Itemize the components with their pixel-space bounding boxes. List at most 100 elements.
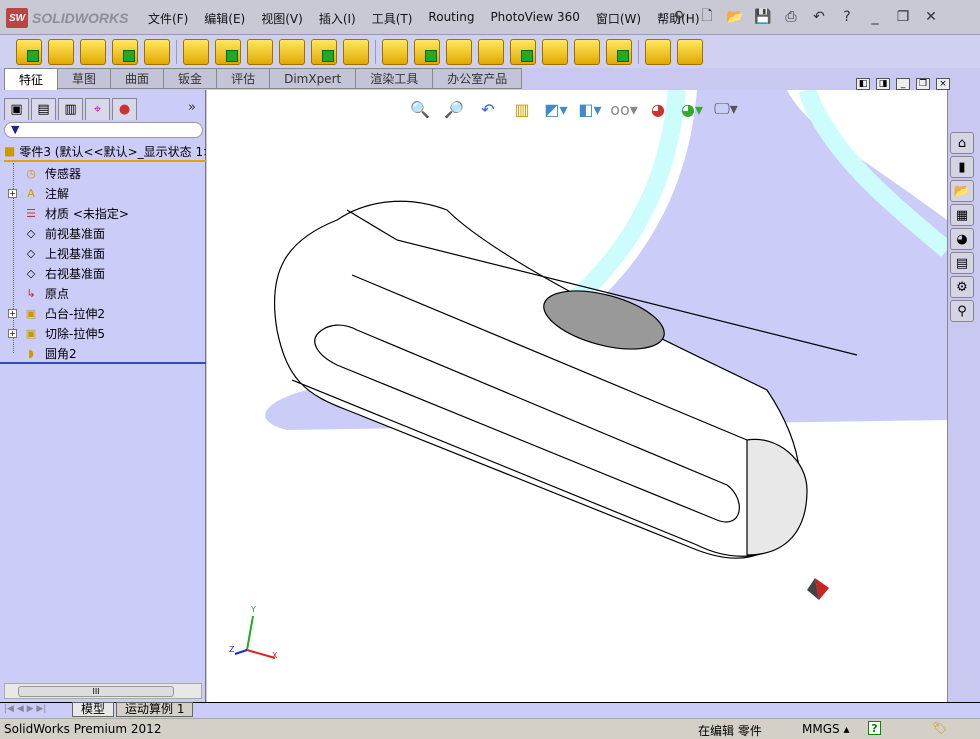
menu-0[interactable]: 文件(F) [140, 10, 196, 27]
hole-wizard-icon[interactable] [215, 38, 241, 65]
tree-item[interactable]: ◷ 传感器 [0, 163, 200, 183]
property-manager-tab[interactable]: ▤ [31, 98, 56, 120]
menu-3[interactable]: 插入(I) [311, 10, 364, 27]
hide-show-items-icon[interactable]: oo▾ [610, 97, 638, 121]
tree-item[interactable]: ◇ 上视基准面 [0, 243, 200, 263]
lofted-cut-icon[interactable] [311, 38, 337, 65]
dimxpert-manager-tab[interactable]: ⌖ [85, 98, 110, 120]
tree-item[interactable]: ☰ 材质 <未指定> [0, 203, 200, 223]
menu-5[interactable]: Routing [420, 10, 482, 27]
close-icon[interactable]: ✕ [920, 6, 942, 28]
solidworks-logo[interactable]: SW SOLIDWORKS [6, 8, 128, 28]
tab-3[interactable]: 钣金 [163, 68, 218, 89]
apply-scene-icon[interactable]: ◕▾ [680, 97, 704, 121]
tab-2[interactable]: 曲面 [110, 68, 165, 89]
tab-6[interactable]: 渲染工具 [355, 68, 434, 89]
tree-item[interactable]: ◗ 圆角2 [0, 343, 200, 363]
new-document-icon[interactable]: 🗋 [696, 6, 718, 28]
quick-tips-help-icon[interactable]: ? [868, 721, 881, 735]
tab-7[interactable]: 办公室产品 [432, 68, 523, 89]
forum-icon[interactable]: ⚲ [950, 300, 974, 322]
tree-item[interactable]: ↳ 原点 [0, 283, 200, 303]
intersect-icon[interactable] [574, 38, 600, 65]
draft-icon[interactable] [478, 38, 504, 65]
menu-2[interactable]: 视图(V) [253, 10, 311, 27]
configuration-manager-tab[interactable]: ▥ [58, 98, 83, 120]
swept-cut-icon[interactable] [279, 38, 305, 65]
shell-icon[interactable] [510, 38, 536, 65]
tree-item[interactable]: + ▣ 切除-拉伸5 [0, 323, 200, 343]
expand-panel-button[interactable]: » [188, 100, 196, 115]
menu-1[interactable]: 编辑(E) [196, 10, 253, 27]
tab-4[interactable]: 评估 [216, 68, 271, 89]
fillet-icon[interactable] [382, 38, 408, 65]
reference-geometry-icon[interactable] [606, 38, 632, 65]
view-palette-icon[interactable]: ▦ [950, 204, 974, 226]
tree-item[interactable]: + ▣ 凸台-拉伸2 [0, 303, 200, 323]
view-settings-icon[interactable]: 🖵▾ [714, 97, 738, 121]
toolbox-icon[interactable]: ⚙ [950, 276, 974, 298]
help-icon[interactable]: ? [836, 6, 858, 28]
solidworks-resources-icon[interactable]: ⌂ [950, 132, 974, 154]
tree-root-part[interactable]: ■ 零件3 (默认<<默认>_显示状态 1>) [4, 142, 206, 162]
tab-1[interactable]: 草图 [57, 68, 112, 89]
tile-left-icon[interactable]: ◧ [856, 78, 870, 90]
instant3d-icon[interactable] [677, 38, 703, 65]
tag-icon[interactable]: 🏷 [932, 721, 947, 735]
design-library-icon[interactable]: ▮ [950, 156, 974, 178]
minimize-doc-icon[interactable]: _ [896, 78, 910, 90]
rib-icon[interactable] [446, 38, 472, 65]
graphics-area[interactable]: X Y Z [207, 90, 947, 702]
display-style-icon[interactable]: ◧▾ [578, 97, 602, 121]
view-orientation-icon[interactable]: ◩▾ [544, 97, 568, 121]
boundary-cut-icon[interactable] [343, 38, 369, 65]
zoom-to-fit-icon[interactable]: 🔍 [408, 97, 432, 121]
units-selector[interactable]: MMGS ▴ [802, 722, 849, 736]
tab-motion-study[interactable]: 运动算例 1 [116, 702, 194, 717]
menu-6[interactable]: PhotoView 360 [482, 10, 587, 27]
save-icon[interactable]: 💾 [752, 6, 774, 28]
boundary-boss-icon[interactable] [144, 38, 170, 65]
custom-properties-icon[interactable]: ▤ [950, 252, 974, 274]
extruded-boss-icon[interactable] [16, 38, 42, 65]
lofted-boss-icon[interactable] [112, 38, 138, 65]
extruded-cut-icon[interactable] [183, 38, 209, 65]
display-manager-tab[interactable]: ● [112, 98, 137, 120]
menu-4[interactable]: 工具(T) [364, 10, 421, 27]
tab-model[interactable]: 模型 [72, 702, 115, 717]
menu-7[interactable]: 窗口(W) [588, 10, 649, 27]
tree-item[interactable]: ◇ 前视基准面 [0, 223, 200, 243]
revolved-cut-icon[interactable] [247, 38, 273, 65]
tree-item[interactable]: + A 注解 [0, 183, 200, 203]
expand-icon[interactable]: + [8, 308, 17, 318]
edit-appearance-icon[interactable]: ◕ [646, 97, 670, 121]
feature-manager-tab[interactable]: ▣ [4, 98, 29, 120]
pin-icon[interactable]: ⚲ [668, 6, 690, 28]
restore-doc-icon[interactable]: ❐ [916, 78, 930, 90]
expand-icon[interactable]: + [8, 328, 17, 338]
expand-icon[interactable]: + [8, 188, 17, 198]
scrollbar-thumb[interactable]: III [18, 686, 174, 697]
tab-scroll-arrows[interactable]: |◀ ◀ ▶ ▶| [4, 704, 46, 714]
swept-boss-icon[interactable] [80, 38, 106, 65]
print-icon[interactable]: ⎙ [780, 6, 802, 28]
section-view-icon[interactable]: ▥ [510, 97, 534, 121]
curves-icon[interactable] [645, 38, 671, 65]
linear-pattern-icon[interactable] [414, 38, 440, 65]
previous-view-icon[interactable]: ↶ [476, 97, 500, 121]
filter-input[interactable]: ▼ [4, 122, 203, 138]
undo-icon[interactable]: ↶ [808, 6, 830, 28]
close-doc-icon[interactable]: × [936, 78, 950, 90]
zoom-to-area-icon[interactable]: 🔎 [442, 97, 466, 121]
wrap-icon[interactable] [542, 38, 568, 65]
minimize-icon[interactable]: _ [864, 6, 886, 28]
tab-0[interactable]: 特征 [4, 68, 59, 90]
file-explorer-icon[interactable]: 📂 [950, 180, 974, 202]
open-icon[interactable]: 📂 [724, 6, 746, 28]
tree-item[interactable]: ◇ 右视基准面 [0, 263, 200, 283]
tile-right-icon[interactable]: ◨ [876, 78, 890, 90]
appearances-icon[interactable]: ◕ [950, 228, 974, 250]
revolved-boss-icon[interactable] [48, 38, 74, 65]
tab-5[interactable]: DimXpert [269, 68, 357, 89]
restore-icon[interactable]: ❐ [892, 6, 914, 28]
